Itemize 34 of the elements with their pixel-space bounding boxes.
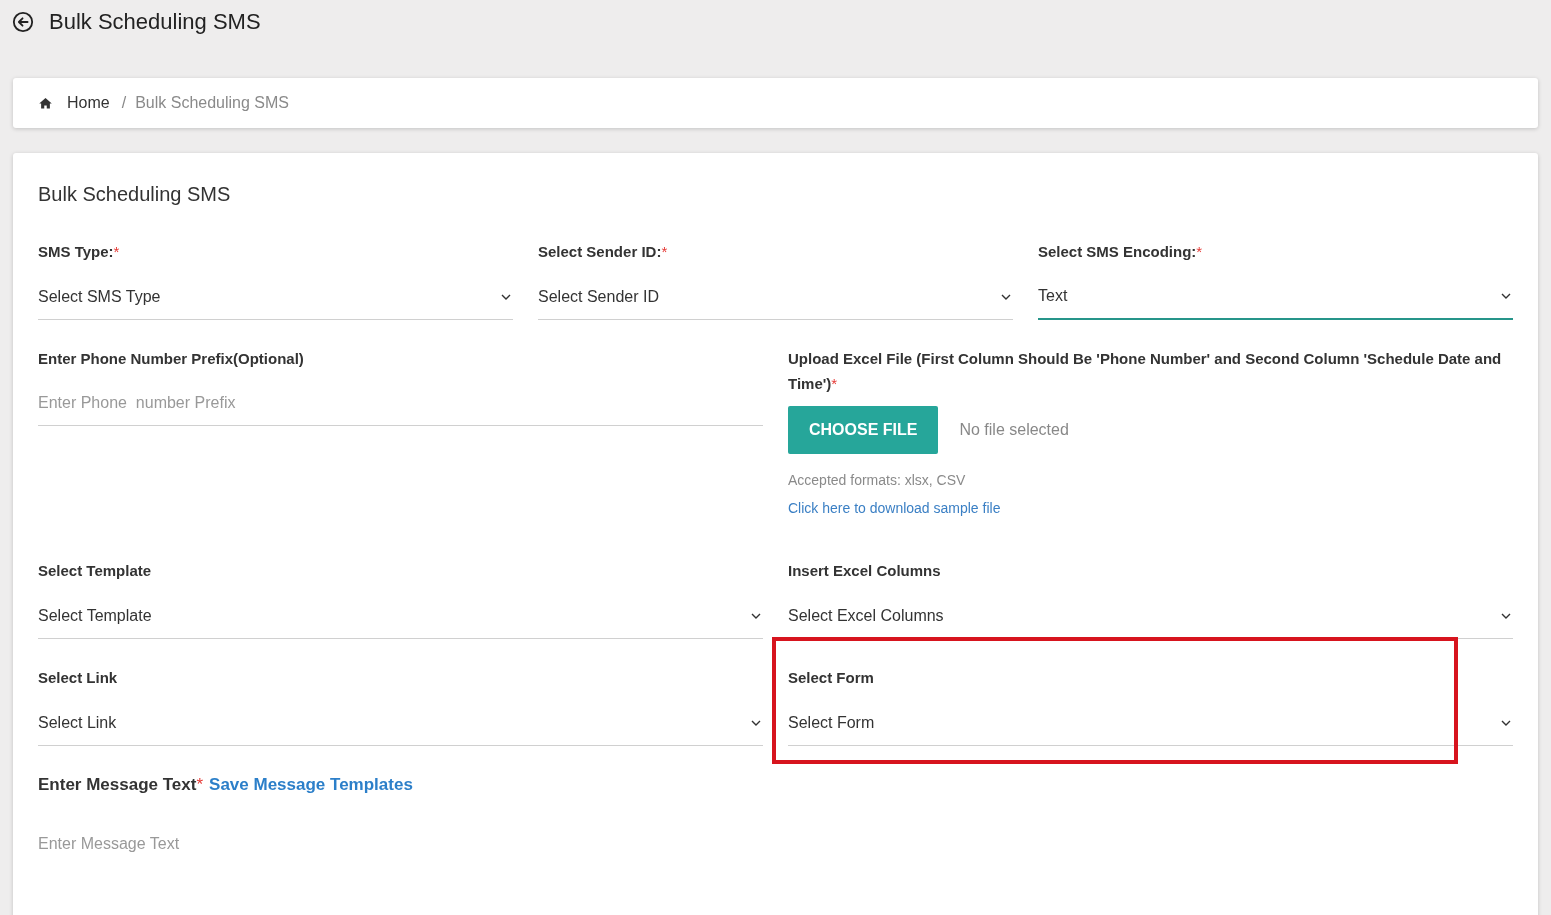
field-label: Select SMS Encoding:* [1038, 242, 1204, 262]
field-label: Enter Phone Number Prefix(Optional) [38, 349, 305, 369]
chevron-down-icon [1501, 719, 1511, 726]
format-hint: Accepted formats: xlsx, CSV [788, 472, 967, 488]
select-dropdown[interactable]: Select Sender ID [538, 274, 1013, 320]
breadcrumb-link[interactable]: Home [67, 94, 110, 112]
select-dropdown[interactable]: Select SMS Type [38, 274, 513, 320]
home-icon [38, 95, 53, 111]
field-label: Select Template [38, 561, 153, 581]
file-status: No file selected [959, 421, 1069, 439]
page-title: Bulk Scheduling SMS [49, 9, 261, 35]
chevron-down-icon [751, 612, 761, 619]
save-templates-link[interactable]: Save Message Templates [209, 772, 413, 797]
chevron-down-icon [751, 719, 761, 726]
field-label: SMS Type:* [38, 242, 121, 262]
select-dropdown[interactable]: Select Form [788, 700, 1513, 746]
field-label: Insert Excel Columns [788, 561, 942, 581]
chevron-down-icon [1501, 293, 1511, 299]
download-sample-link[interactable]: Click here to download sample file [788, 500, 1001, 516]
field-label: Upload Excel File (First Column Should Be 'Phone Number' and Second Column 'Schedule Date and Time')* [788, 349, 1503, 394]
breadcrumb-current: Bulk Scheduling SMS [135, 94, 289, 112]
field-label: Select Sender ID:* [538, 242, 669, 262]
breadcrumb-separator: / [121, 94, 127, 112]
chevron-down-icon [1501, 612, 1511, 619]
field-label: Select Form [788, 668, 875, 688]
select-dropdown[interactable]: Select Template [38, 593, 763, 639]
field-label: Enter Message Text* [38, 774, 204, 796]
form-title: Bulk Scheduling SMS [38, 183, 232, 206]
chevron-down-icon [1001, 293, 1011, 300]
select-dropdown[interactable]: Select Excel Columns [788, 593, 1513, 639]
select-dropdown[interactable]: Select Link [38, 700, 763, 746]
select-dropdown[interactable]: Text [1038, 274, 1513, 320]
field-label: Select Link [38, 668, 119, 688]
chevron-down-icon [501, 293, 511, 300]
